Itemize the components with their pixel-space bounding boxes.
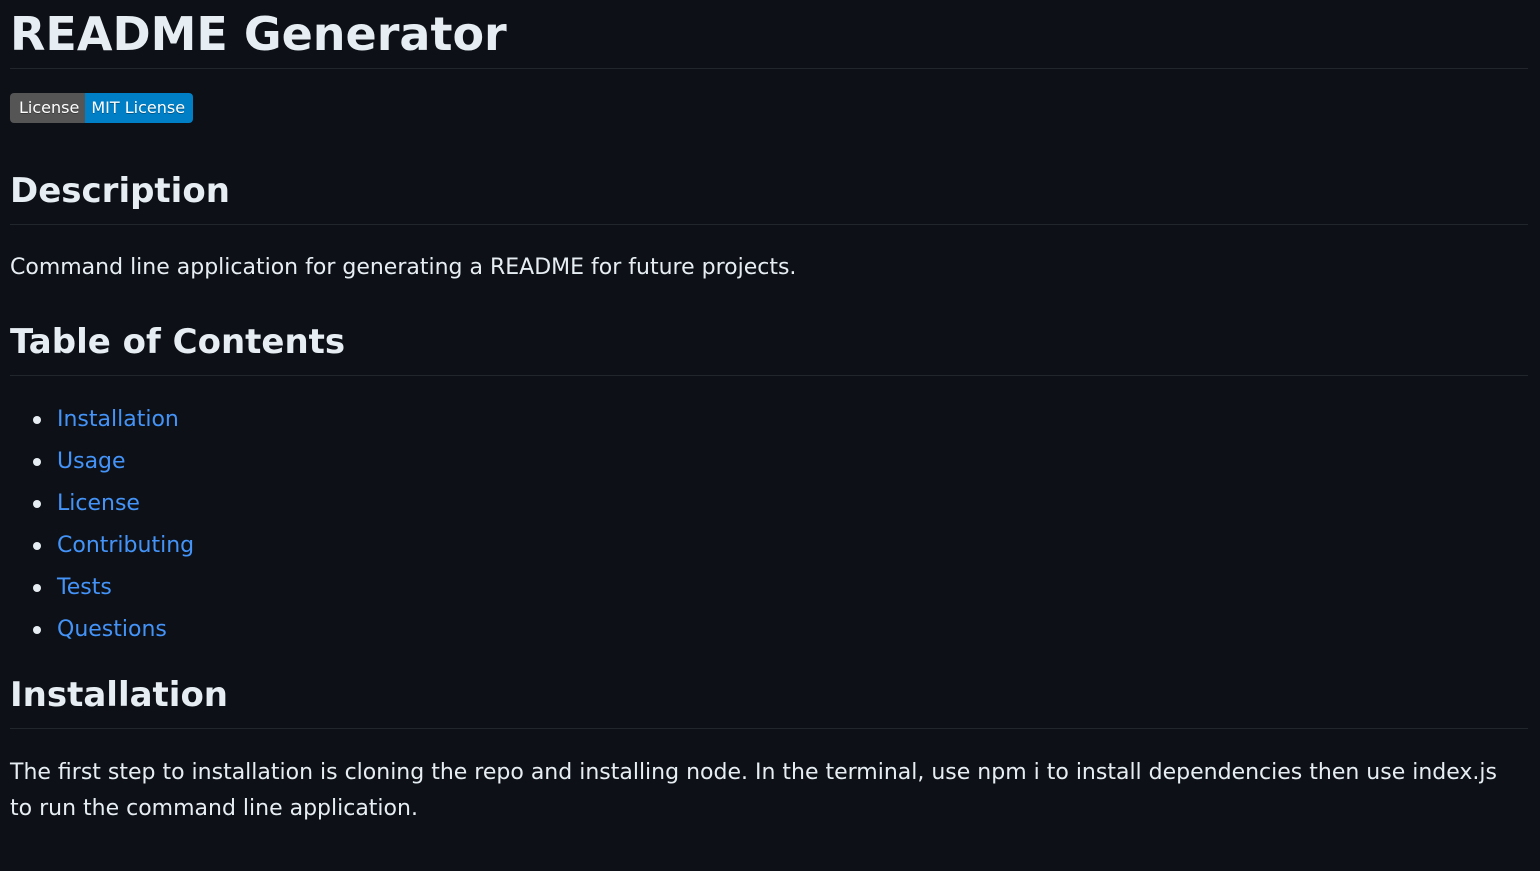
bullet-icon [33,500,41,508]
toc-heading: Table of Contents [10,320,1528,376]
toc-item-license: License [33,483,1528,525]
bullet-icon [33,584,41,592]
bullet-icon [33,458,41,466]
license-badge[interactable]: License MIT License [10,93,194,123]
toc-link-installation[interactable]: Installation [57,407,179,432]
toc-item-installation: Installation [33,399,1528,441]
description-text: Command line application for generating … [10,255,797,280]
license-badge-label: License [10,93,86,123]
toc-link-tests[interactable]: Tests [57,575,112,600]
installation-heading: Installation [10,673,1528,729]
toc-item-contributing: Contributing [33,525,1528,567]
toc-link-usage[interactable]: Usage [57,449,126,474]
installation-text: The first step to installation is clonin… [10,760,1497,821]
page-title: README Generator [10,0,1528,69]
readme-content: README Generator License MIT License Des… [0,0,1528,827]
license-badge-value: MIT License [85,93,194,123]
toc-list: Installation Usage License Contributing … [10,399,1528,673]
toc-link-questions[interactable]: Questions [57,617,167,642]
toc-link-license[interactable]: License [57,491,140,516]
bullet-icon [33,416,41,424]
bullet-icon [33,626,41,634]
toc-link-contributing[interactable]: Contributing [57,533,194,558]
toc-item-tests: Tests [33,567,1528,609]
toc-item-questions: Questions [33,609,1528,651]
description-heading: Description [10,169,1528,225]
badge-row: License MIT License [10,93,1528,123]
bullet-icon [33,542,41,550]
toc-item-usage: Usage [33,441,1528,483]
